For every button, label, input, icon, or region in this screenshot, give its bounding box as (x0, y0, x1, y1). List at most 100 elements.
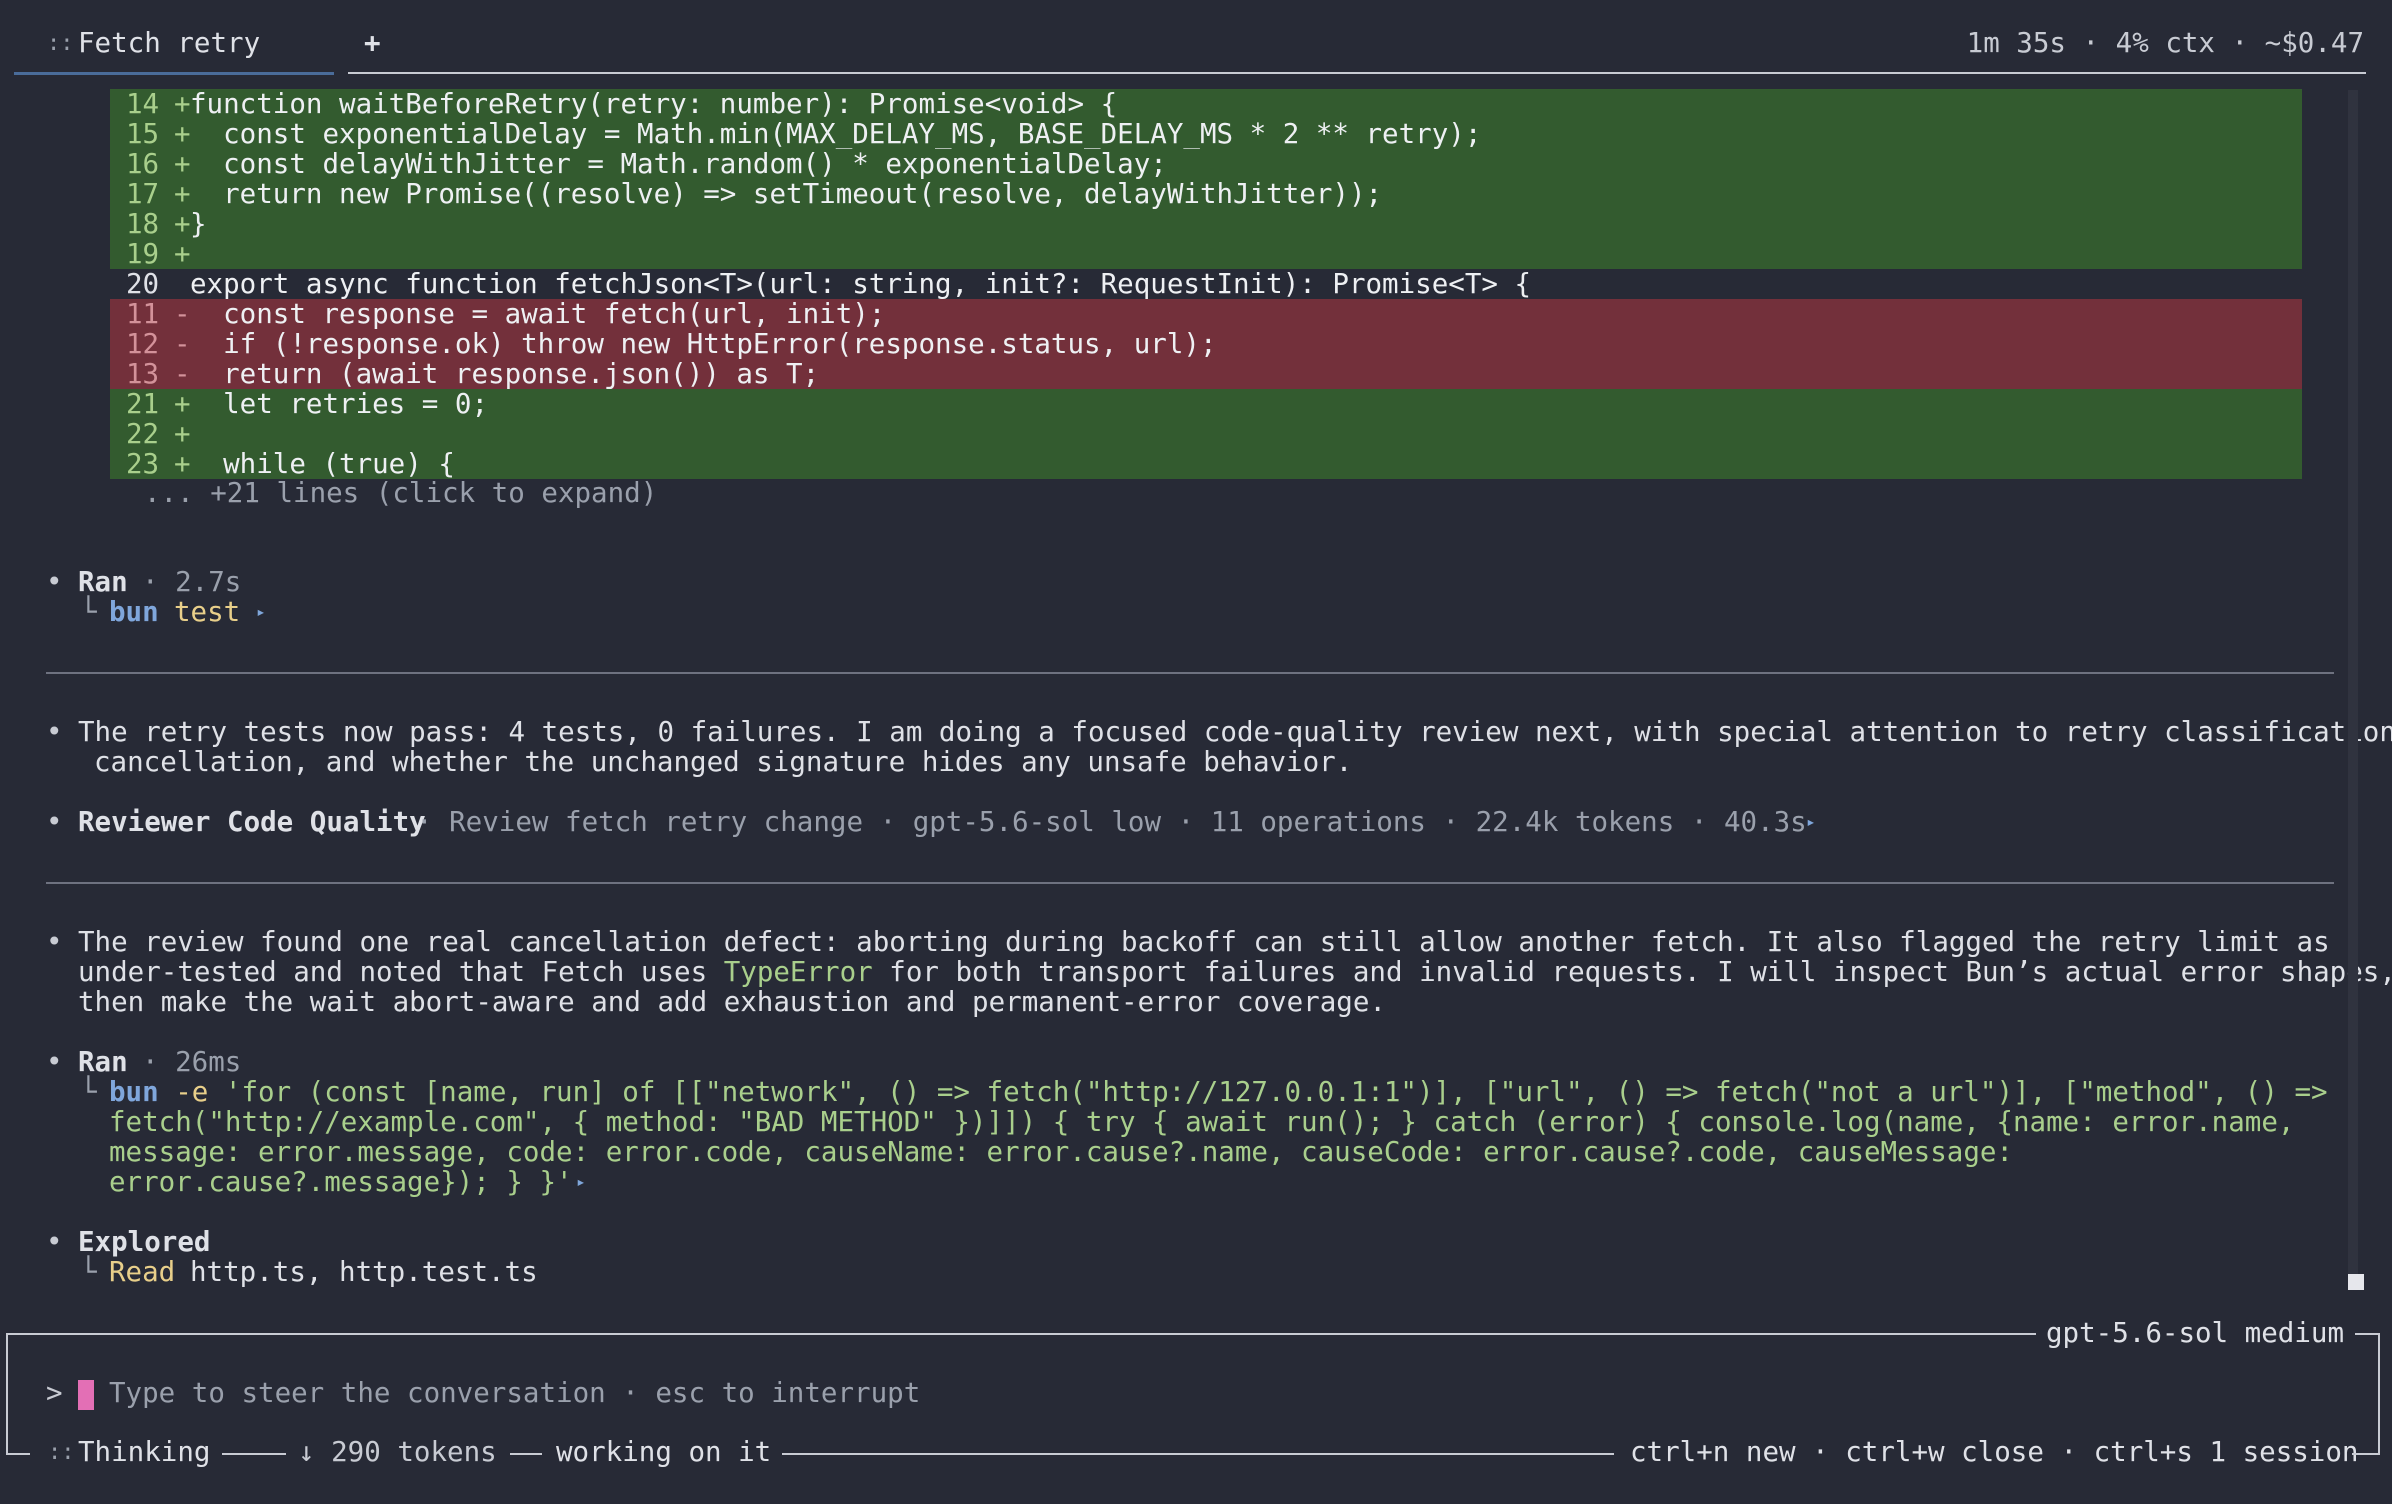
composer-border (782, 1453, 1614, 1455)
diff-marker: + (174, 418, 191, 450)
diff-line-add: 23 + while (true) { (110, 449, 2302, 479)
diff-line-add: 15 + const exponentialDelay = Math.min(MA… (110, 119, 2302, 149)
diff-line-del: 12- if (!response.ok) throw new HttpErro… (110, 329, 2302, 359)
composer-border (6, 1453, 30, 1455)
bullet: • (46, 926, 63, 958)
ran-label: Ran (78, 566, 128, 598)
diff-marker: - (174, 298, 191, 330)
line-number: 11 (126, 298, 160, 330)
code-text: } (190, 208, 207, 240)
token-counter: ↓ 290 tokens (298, 1436, 497, 1468)
reviewer-name[interactable]: Reviewer Code Quality (78, 807, 426, 837)
ran-duration: · 2.7s (142, 566, 242, 598)
tab-title[interactable]: Fetch retry (78, 28, 260, 58)
diff-line-add: 22 + (110, 419, 2302, 449)
diff-marker: + (174, 238, 191, 270)
tree-corner: └ (80, 1076, 97, 1108)
tab-bar: :: Fetch retry + 1m 35s · 4% ctx · ~$0.4… (0, 0, 2392, 75)
tab-bar-divider (348, 72, 2366, 74)
ran-duration: · 26ms (142, 1046, 242, 1078)
assistant-message-line: cancellation, and whether the unchanged … (94, 746, 1353, 778)
section-divider (46, 882, 2334, 884)
keyboard-shortcuts: ctrl+n new · ctrl+w close · ctrl+s 1 ses… (1630, 1436, 2359, 1468)
new-tab-button[interactable]: + (364, 28, 381, 58)
diff-marker: + (174, 208, 191, 240)
diff-marker: + (174, 88, 191, 120)
line-number: 12 (126, 328, 160, 360)
command-text: message: error.message, code: error.code… (109, 1136, 2013, 1168)
line-number: 14 (126, 88, 160, 120)
composer-input[interactable]: Type to steer the conversation · esc to … (109, 1378, 920, 1408)
text-segment: for both transport failures and invalid … (872, 956, 2392, 988)
diff-line-add: 14 + function waitBeforeRetry(retry: numbe… (110, 89, 2302, 119)
diff-line-add: 21 + let retries = 0; (110, 389, 2302, 419)
diff-line-del: 11- const response = await fetch(url, in… (110, 299, 2302, 329)
line-number: 13 (126, 358, 160, 390)
code-text: return new Promise((resolve) => setTimeo… (190, 178, 1383, 210)
thinking-status: Thinking (78, 1436, 211, 1468)
tree-corner: └ (80, 596, 97, 628)
command-text: error.cause?.message}); } }' (109, 1166, 573, 1198)
diff-marker: + (174, 178, 191, 210)
composer-border (510, 1453, 542, 1455)
expand-diff-link[interactable]: ... +21 lines (click to expand) (144, 478, 657, 508)
code-text: const exponentialDelay = Math.min(MAX_DE… (190, 118, 1482, 150)
code-text: function waitBeforeRetry(retry: number):… (190, 88, 1118, 120)
line-number: 22 (126, 418, 160, 450)
diff-line-add: 17 + return new Promise((resolve) => setT… (110, 179, 2302, 209)
line-number: 23 (126, 448, 160, 480)
bullet: • (46, 1226, 63, 1258)
drag-handle-icon[interactable]: :: (47, 29, 74, 59)
code-text: let retries = 0; (190, 388, 489, 420)
code-text: return (await response.json()) as T; (190, 358, 820, 390)
bullet: • (46, 806, 63, 838)
assistant-message-line: The retry tests now pass: 4 tests, 0 fai… (78, 716, 2392, 748)
working-status: working on it (556, 1436, 772, 1468)
code-text: const delayWithJitter = Math.random() * … (190, 148, 1167, 180)
explored-files: http.ts, http.test.ts (190, 1256, 538, 1288)
assistant-message-line: under-tested and noted that Fetch uses T… (78, 957, 2392, 987)
diff-marker: - (174, 358, 191, 390)
line-number: 19 (126, 238, 160, 270)
code-text: const response = await fetch(url, init); (190, 298, 886, 330)
diff-line-add: 19 + (110, 239, 2302, 269)
prompt-chevron: > (46, 1377, 63, 1409)
diff-marker: + (174, 118, 191, 150)
diff-line-del: 13- return (await response.json()) as T; (110, 359, 2302, 389)
command-name: bun (109, 596, 159, 628)
model-selector[interactable]: gpt-5.6-sol medium (2046, 1318, 2344, 1348)
diff-line-ctx: 20 export async function fetchJson<T>(ur… (110, 269, 2302, 299)
line-number: 17 (126, 178, 160, 210)
command-name: bun (109, 1076, 159, 1108)
diff-marker: - (174, 328, 191, 360)
expand-arrow-icon[interactable]: ▸ (576, 1167, 586, 1197)
scrollbar-thumb[interactable] (2348, 1274, 2364, 1290)
composer-border (2355, 1333, 2378, 1335)
explored-verb: Read (109, 1256, 176, 1288)
assistant-message-line: then make the wait abort-aware and add e… (78, 986, 1386, 1018)
expand-arrow-icon[interactable]: ▸ (1806, 807, 1816, 837)
diff-line-add: 16 + const delayWithJitter = Math.random(… (110, 149, 2302, 179)
bullet: • (46, 716, 63, 748)
code-text: while (true) { (190, 448, 455, 480)
line-number: 21 (126, 388, 160, 420)
spinner-icon: :: (48, 1440, 75, 1465)
line-number: 18 (126, 208, 160, 240)
line-number: 20 (126, 268, 160, 300)
command-flag: -e (175, 1076, 209, 1108)
active-tab-indicator (14, 72, 334, 75)
command-arg: test (174, 596, 241, 628)
scrollbar-track[interactable] (2348, 90, 2358, 1288)
reviewer-meta: · Review fetch retry change · gpt-5.6-so… (416, 806, 1807, 838)
composer-border (222, 1453, 286, 1455)
text-segment: under-tested and noted that Fetch uses (78, 956, 724, 988)
code-reference: TypeError (723, 956, 873, 988)
ran-label: Ran (78, 1046, 128, 1078)
composer-border (2352, 1453, 2378, 1455)
explored-label: Explored (78, 1226, 211, 1258)
diff-marker: + (174, 448, 191, 480)
section-divider (46, 672, 2334, 674)
command-text: 'for (const [name, run] of [["network", … (208, 1076, 2328, 1108)
expand-arrow-icon[interactable]: ▸ (256, 597, 266, 627)
assistant-message-line: The review found one real cancellation d… (78, 926, 2330, 958)
